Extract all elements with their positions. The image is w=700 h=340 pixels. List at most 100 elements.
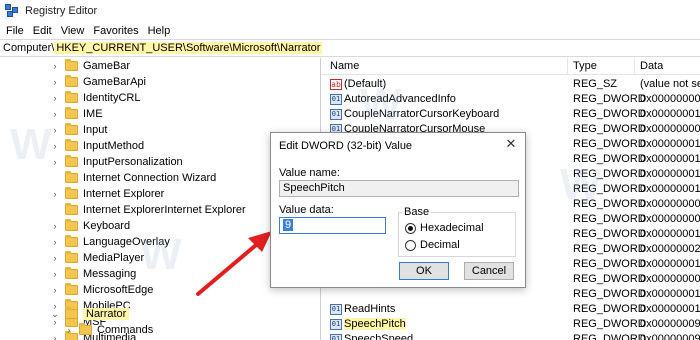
window-title: Registry Editor — [25, 5, 98, 17]
menu-help[interactable]: Help — [145, 25, 177, 37]
tree-item[interactable]: › MediaPlayer — [50, 250, 144, 266]
value-name: SpeechSpeed — [344, 333, 414, 340]
folder-icon — [65, 219, 78, 231]
chevron-right-icon[interactable]: › — [50, 157, 60, 167]
chevron-right-icon[interactable]: › — [50, 93, 60, 103]
edit-dword-dialog: Edit DWORD (32-bit) Value ✕ Value name: … — [270, 132, 526, 288]
column-divider[interactable] — [567, 58, 568, 75]
menu-view[interactable]: View — [58, 25, 91, 37]
value-row[interactable]: REG_DWORD0x00000001 (1) — [322, 287, 700, 302]
chevron-right-icon[interactable]: › — [50, 77, 60, 87]
chevron-right-icon[interactable]: › — [50, 189, 60, 199]
value-name: SpeechPitch — [344, 318, 406, 330]
value-data: 0x00000000 (0) — [640, 213, 700, 225]
tree-item[interactable]: › InputMethod — [50, 138, 144, 154]
cancel-button[interactable]: Cancel — [464, 262, 514, 280]
tree-item[interactable]: › MicrosoftEdge — [50, 282, 153, 298]
value-row[interactable]: 01ReadHints REG_DWORD0x00000001 (1) — [322, 302, 700, 317]
folder-icon — [65, 123, 78, 135]
value-type: REG_DWORD — [573, 138, 646, 150]
value-type: REG_DWORD — [573, 198, 646, 210]
value-data-input[interactable]: 9 — [279, 217, 386, 234]
chevron-right-icon[interactable]: › — [50, 61, 60, 71]
chevron-right-icon[interactable]: › — [50, 285, 60, 295]
column-data[interactable]: Data — [640, 60, 663, 72]
chevron-right-icon[interactable]: › — [50, 221, 60, 231]
value-data: 0x00000001 (1) — [640, 258, 700, 270]
value-name-label: Value name: — [279, 167, 340, 179]
value-data: 0x00000000 (0) — [640, 123, 700, 135]
address-prefix: Computer\ — [3, 42, 55, 54]
close-icon[interactable]: ✕ — [503, 136, 519, 152]
value-data: 0x00000002 (2) — [640, 243, 700, 255]
tree-item[interactable]: › IdentityCRL — [50, 90, 140, 106]
chevron-right-icon[interactable]: › — [50, 125, 60, 135]
folder-icon — [65, 59, 78, 71]
dword-value-icon: 01 — [330, 109, 342, 120]
dword-value-icon: 01 — [330, 334, 342, 340]
decimal-radio[interactable]: Decimal — [405, 239, 460, 251]
value-type: REG_DWORD — [573, 273, 646, 285]
value-name: CoupleNarratorCursorKeyboard — [344, 108, 500, 120]
value-type: REG_DWORD — [573, 123, 646, 135]
tree-item[interactable]: › IME — [50, 106, 103, 122]
folder-icon — [65, 91, 78, 103]
chevron-right-icon[interactable]: › — [50, 269, 60, 279]
value-type: REG_DWORD — [573, 108, 646, 120]
radio-icon — [405, 222, 416, 234]
tree-item[interactable]: › GameBarApi — [50, 74, 146, 90]
tree-item-commands[interactable]: › Commands — [64, 322, 153, 338]
chevron-down-icon[interactable]: ⌄ — [50, 309, 60, 320]
chevron-right-icon[interactable]: › — [50, 253, 60, 263]
value-row[interactable]: 01SpeechSpeed REG_DWORD0x00000009 (9) — [322, 332, 700, 340]
menu-edit[interactable]: Edit — [30, 25, 58, 37]
address-bar[interactable]: Computer\ HKEY_CURRENT_USER\Software\Micr… — [0, 39, 700, 57]
values-header: Name Type Data — [322, 58, 700, 75]
value-row[interactable]: ab(Default) REG_SZ (value not set) — [322, 77, 700, 92]
value-type: REG_DWORD — [573, 183, 646, 195]
folder-icon — [65, 75, 78, 87]
menu-favorites[interactable]: Favorites — [90, 25, 144, 37]
value-name: AutoreadAdvancedInfo — [344, 93, 456, 105]
tree-item[interactable]: › Keyboard — [50, 218, 130, 234]
address-path: HKEY_CURRENT_USER\Software\Microsoft\Nar… — [54, 42, 323, 54]
value-row[interactable]: 01 AutoreadAdvancedInfo REG_DWORD 0x0000000… — [322, 92, 700, 107]
dword-value-icon: 01 — [330, 319, 342, 330]
value-row[interactable]: 01 CoupleNarratorCursorKeyboard REG_DWORD 0… — [322, 107, 700, 122]
tree-item[interactable]: › GameBar — [50, 58, 130, 74]
tree-item[interactable]: › Input — [50, 122, 107, 138]
value-name: (Default) — [344, 78, 387, 90]
value-name: ReadHints — [344, 303, 396, 315]
chevron-right-icon[interactable]: › — [50, 141, 60, 151]
tree-item[interactable]: › InputPersonalization — [50, 154, 183, 170]
chevron-right-icon[interactable]: › — [50, 109, 60, 119]
column-divider[interactable] — [634, 58, 635, 75]
hexadecimal-radio[interactable]: Hexadecimal — [405, 222, 484, 234]
value-type: REG_DWORD — [573, 93, 646, 105]
folder-icon — [65, 187, 78, 199]
value-data: 0x00000000 (0) — [640, 93, 700, 105]
value-type: REG_SZ — [573, 78, 618, 90]
tree-item[interactable]: Internet ExplorerInternet Explorer — [50, 202, 246, 218]
value-type: REG_DWORD — [573, 318, 646, 330]
title-bar: Registry Editor — [0, 0, 700, 22]
tree-item[interactable]: Internet Connection Wizard — [50, 170, 216, 186]
ok-button[interactable]: OK — [399, 262, 449, 280]
menu-file[interactable]: File — [3, 25, 30, 37]
chevron-right-icon[interactable]: › — [50, 237, 60, 247]
chevron-right-icon[interactable]: › — [64, 325, 74, 335]
column-name[interactable]: Name — [330, 60, 359, 72]
folder-icon — [65, 107, 78, 119]
tree-item-narrator[interactable]: ⌄ Narrator — [50, 306, 130, 322]
value-row[interactable]: 01SpeechPitch REG_DWORD0x00000009 (9) — [322, 317, 700, 332]
value-data: 0x00000000 (0) — [640, 198, 700, 210]
tree-item[interactable]: › Internet Explorer — [50, 186, 164, 202]
registry-editor-icon — [5, 4, 19, 18]
value-data: 0x00000001 (1) — [640, 168, 700, 180]
base-label: Base — [402, 206, 432, 218]
chevron-right-icon[interactable]: › — [50, 333, 60, 340]
column-type[interactable]: Type — [573, 60, 597, 72]
tree-item[interactable]: › Messaging — [50, 266, 136, 282]
value-data: 0x00000001 (1) — [640, 288, 700, 300]
tree-item[interactable]: › LanguageOverlay — [50, 234, 170, 250]
